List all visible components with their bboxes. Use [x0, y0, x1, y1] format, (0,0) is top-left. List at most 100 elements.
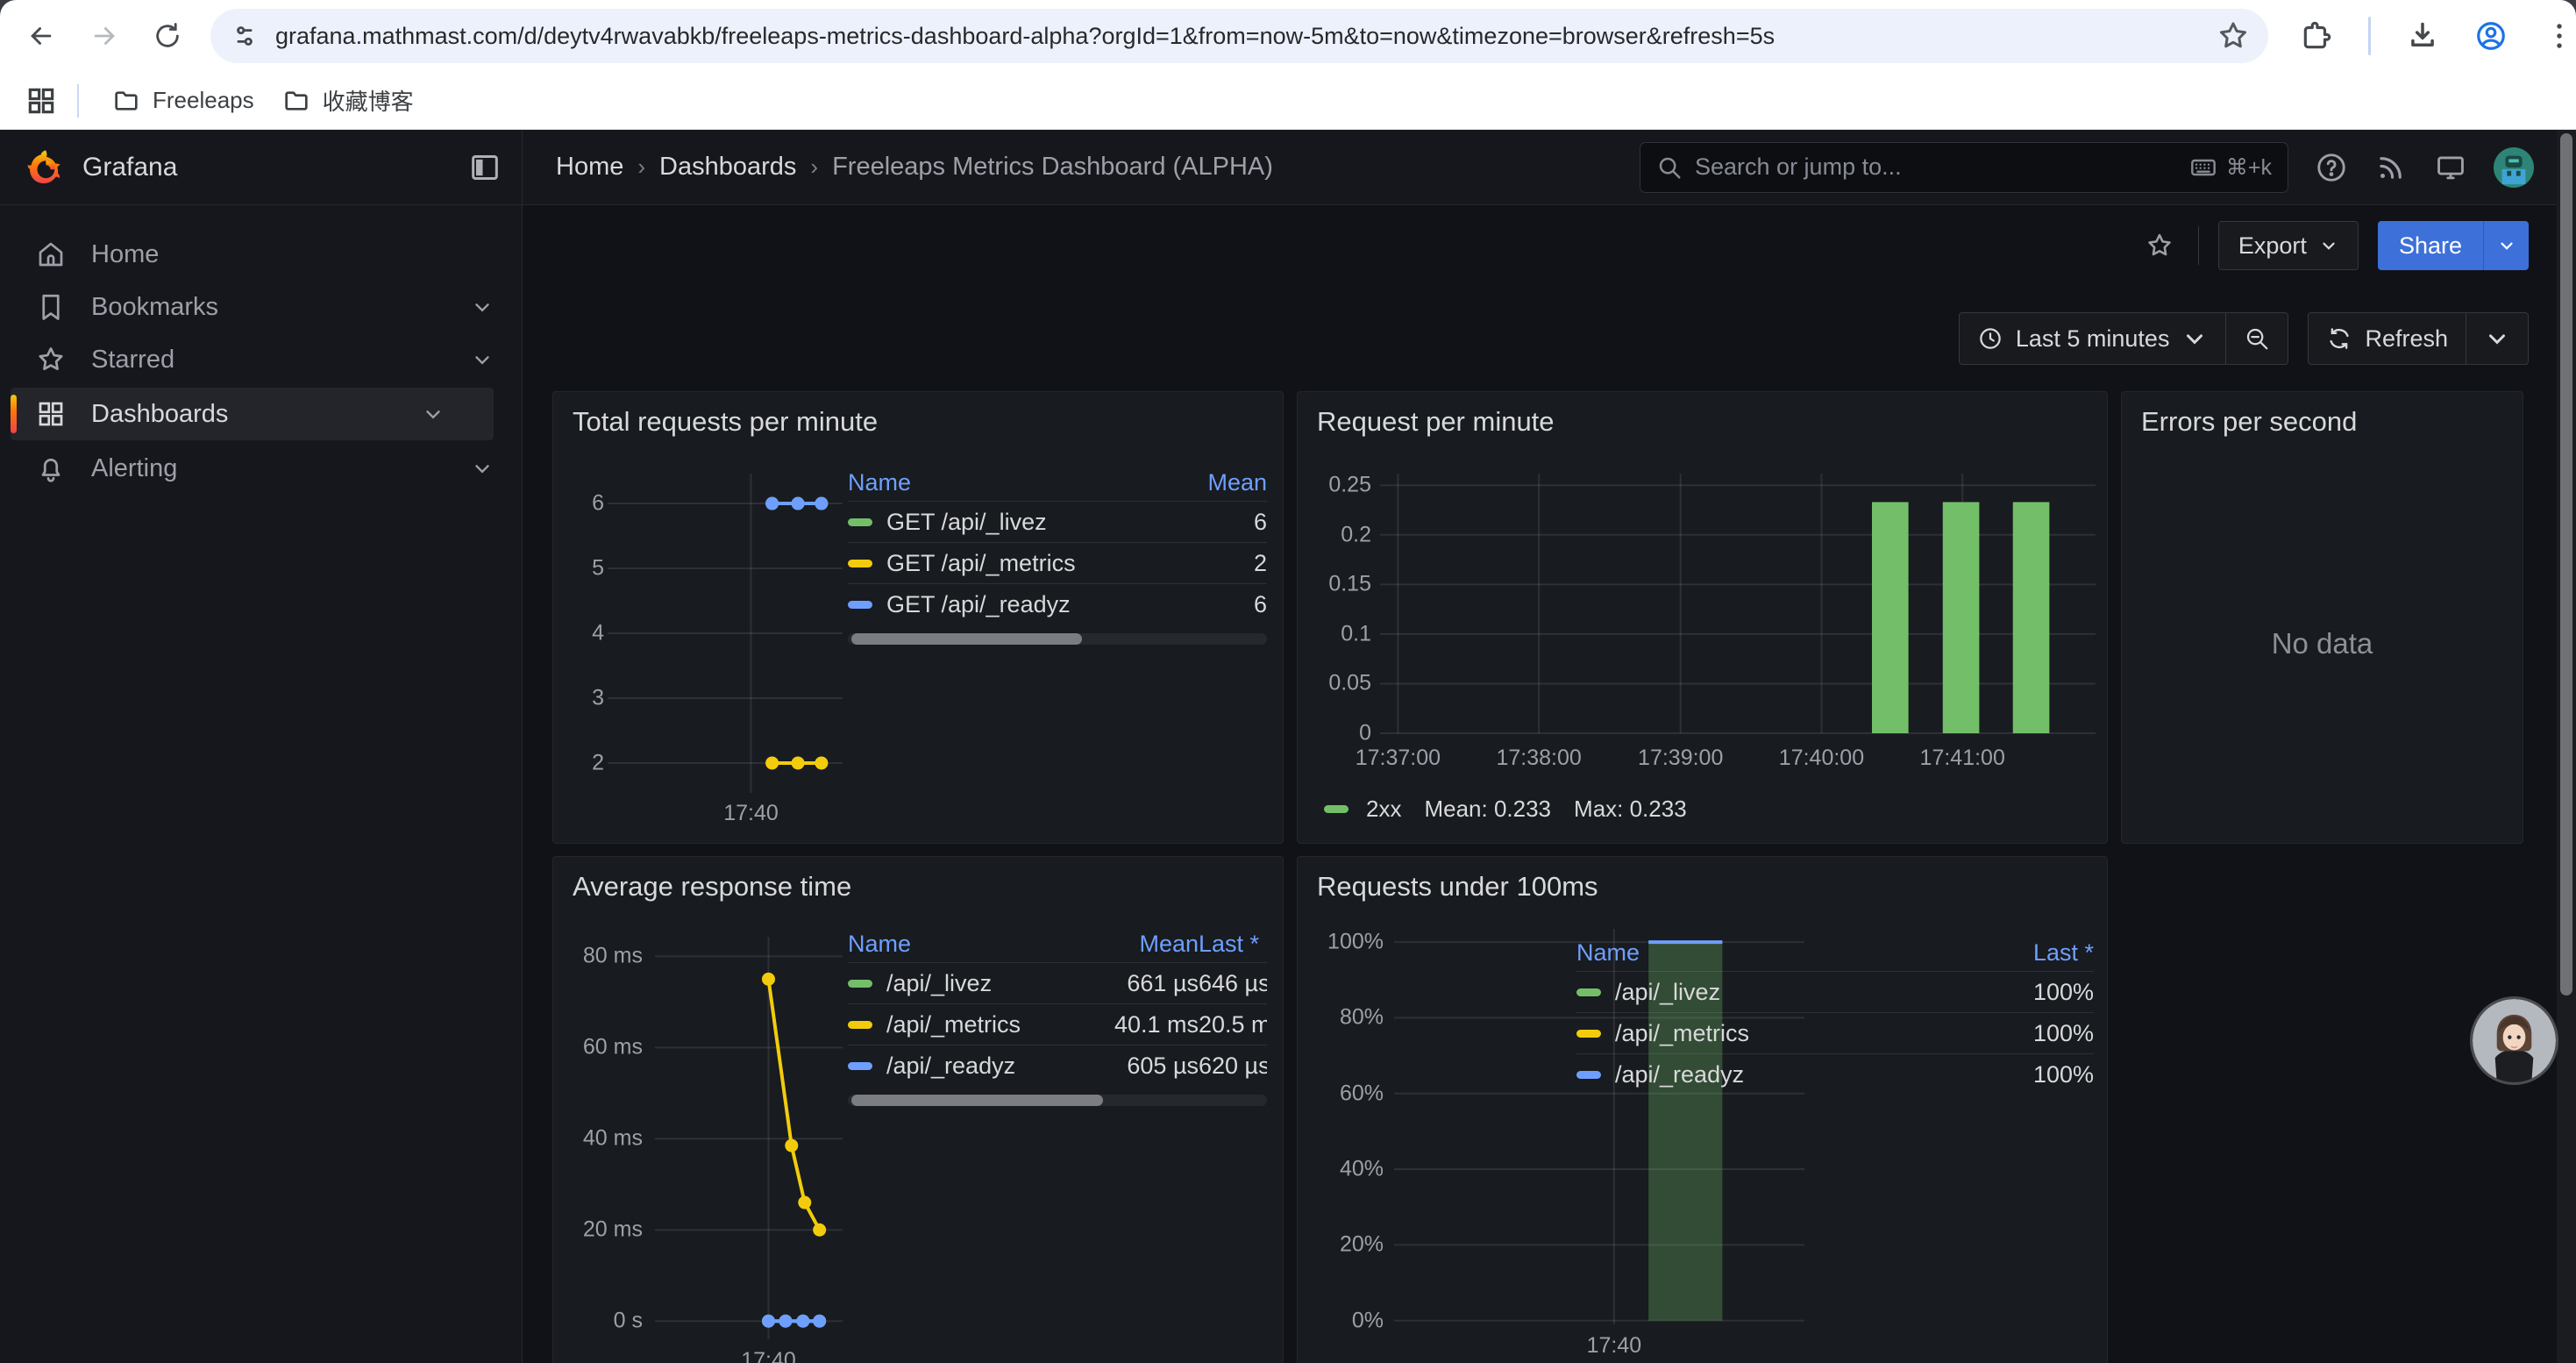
sidebar-item-home[interactable]: Home [0, 228, 522, 281]
downloads-icon[interactable] [2406, 19, 2439, 53]
bookmark-folder-blogs[interactable]: 收藏博客 [268, 77, 428, 124]
back-button[interactable] [21, 16, 61, 56]
legend-scrollbar[interactable] [848, 633, 1267, 645]
legend-row[interactable]: GET /api/_livez6 [848, 501, 1267, 542]
legend-scrollbar-thumb[interactable] [851, 1095, 1103, 1106]
series-value: 620 µs [1199, 1053, 1267, 1080]
panel-title[interactable]: Request per minute [1317, 406, 1555, 438]
time-range-group: Last 5 minutes [1959, 312, 2289, 365]
y-tick-label: 20% [1340, 1232, 1384, 1258]
sidebar-item-dashboards[interactable]: Dashboards [11, 388, 494, 440]
time-controls: Last 5 minutes Refresh [1959, 312, 2529, 365]
share-button[interactable]: Share [2378, 221, 2529, 270]
display-icon[interactable] [2434, 151, 2467, 184]
bookmark-star-icon[interactable] [2216, 18, 2251, 54]
legend-table[interactable]: NameMeanLast */api/_livez661 µs646 µs/ap… [848, 925, 1267, 1106]
series-value: 6 [1162, 509, 1267, 536]
chevron-down-icon[interactable] [471, 348, 494, 371]
search-input[interactable]: Search or jump to... ⌘+k [1640, 142, 2288, 193]
legend-row[interactable]: /api/_readyz605 µs620 µs [848, 1045, 1267, 1086]
legend-row[interactable]: /api/_metrics40.1 ms20.5 ms [848, 1003, 1267, 1045]
legend-scrollbar[interactable] [848, 1095, 1267, 1106]
series-value: 2 [1162, 550, 1267, 577]
chart-plot[interactable] [1380, 474, 2096, 733]
star-icon [35, 344, 67, 375]
legend-row[interactable]: GET /api/_readyz6 [848, 583, 1267, 624]
y-tick-label: 60% [1340, 1081, 1384, 1106]
panel-total-requests: Total requests per minute 65432 17:40 Na… [552, 391, 1284, 844]
sidebar-item-label: Alerting [91, 454, 177, 483]
chevron-down-icon[interactable] [471, 296, 494, 318]
sidebar-toggle-icon[interactable] [467, 150, 502, 185]
legend-row[interactable]: /api/_livez100% [1576, 971, 2094, 1012]
series-name: /api/_metrics [1615, 1020, 1749, 1047]
refresh-interval-button[interactable] [2466, 313, 2528, 364]
favorite-dashboard-button[interactable] [2140, 226, 2179, 265]
extensions-icon[interactable] [2300, 19, 2333, 53]
chart-plot[interactable] [655, 937, 843, 1339]
folder-icon [282, 87, 310, 115]
sidebar-item-alerting[interactable]: Alerting [0, 442, 522, 495]
bookmark-folder-freeleaps[interactable]: Freeleaps [98, 80, 268, 122]
y-axis-labels: 0.250.20.150.10.050 [1308, 474, 1371, 733]
legend-scrollbar-thumb[interactable] [851, 633, 1082, 645]
series-name[interactable]: 2xx [1366, 796, 1401, 823]
series-legend[interactable]: 2xx Mean: 0.233 Max: 0.233 [1324, 796, 1687, 823]
refresh-button[interactable]: Refresh [2309, 313, 2466, 364]
clock-icon [1977, 325, 2003, 352]
legend-row[interactable]: GET /api/_metrics2 [848, 542, 1267, 583]
site-settings-icon[interactable] [230, 21, 260, 51]
menu-kebab-icon[interactable] [2543, 19, 2576, 53]
panel-title[interactable]: Total requests per minute [573, 406, 878, 438]
legend-row[interactable]: /api/_metrics100% [1576, 1012, 2094, 1053]
refresh-group: Refresh [2308, 312, 2529, 365]
chevron-down-icon[interactable] [422, 403, 445, 425]
zoom-out-button[interactable] [2225, 313, 2288, 364]
help-icon[interactable] [2315, 151, 2348, 184]
share-menu-button[interactable] [2483, 221, 2529, 270]
legend-column-header[interactable]: Last * [1962, 939, 2094, 967]
time-range-picker[interactable]: Last 5 minutes [1960, 313, 2226, 364]
forward-button[interactable] [84, 16, 125, 56]
sidebar-item-starred[interactable]: Starred [0, 333, 522, 386]
refresh-label: Refresh [2365, 325, 2448, 353]
series-color-pill [848, 980, 872, 988]
chevron-down-icon[interactable] [471, 457, 494, 480]
sidebar-item-bookmarks[interactable]: Bookmarks [0, 281, 522, 333]
y-tick-label: 0.05 [1328, 671, 1371, 696]
legend-table[interactable]: NameLast */api/_livez100%/api/_metrics10… [1576, 934, 2094, 1095]
actions-divider [2198, 226, 2199, 265]
search-shortcut: ⌘+k [2189, 153, 2272, 182]
scrollbar-thumb[interactable] [2560, 133, 2572, 995]
y-axis-labels: 100%80%60%40%20%0% [1308, 929, 1384, 1324]
y-tick-label: 6 [592, 491, 604, 517]
series-color-pill [848, 560, 872, 567]
legend-table[interactable]: NameMeanGET /api/_livez6GET /api/_metric… [848, 464, 1267, 645]
breadcrumb-home[interactable]: Home [556, 153, 623, 182]
legend-column-header[interactable]: Mean [1162, 469, 1267, 496]
user-avatar[interactable] [2494, 147, 2534, 188]
breadcrumb: Home › Dashboards › Freeleaps Metrics Da… [523, 153, 1273, 182]
y-tick-label: 0.15 [1328, 572, 1371, 597]
panel-title[interactable]: Average response time [573, 871, 851, 903]
url-text[interactable]: grafana.mathmast.com/d/deytv4rwavabkb/fr… [275, 23, 2216, 50]
legend-row[interactable]: /api/_livez661 µs646 µs [848, 962, 1267, 1003]
reload-button[interactable] [147, 16, 188, 56]
profile-icon[interactable] [2474, 19, 2508, 53]
breadcrumb-dashboards[interactable]: Dashboards [659, 153, 796, 182]
url-bar[interactable]: grafana.mathmast.com/d/deytv4rwavabkb/fr… [210, 9, 2268, 63]
floating-assistant-avatar[interactable] [2473, 999, 2556, 1082]
panel-under-100ms: Requests under 100ms 100%80%60%40%20%0% … [1297, 856, 2108, 1363]
export-button[interactable]: Export [2218, 221, 2359, 270]
legend-row[interactable]: /api/_readyz100% [1576, 1053, 2094, 1095]
y-tick-label: 0.1 [1341, 621, 1371, 646]
legend-column-header[interactable]: Mean [1058, 931, 1199, 958]
news-rss-icon[interactable] [2374, 151, 2408, 184]
series-mean: Mean: 0.233 [1424, 796, 1551, 823]
apps-grid-icon[interactable] [25, 84, 58, 118]
legend-column-header[interactable]: Last * [1199, 931, 1267, 958]
y-tick-label: 3 [592, 685, 604, 710]
chart-plot[interactable] [608, 474, 843, 793]
panel-title[interactable]: Requests under 100ms [1317, 871, 1598, 903]
series-value: 20.5 ms [1199, 1011, 1267, 1038]
